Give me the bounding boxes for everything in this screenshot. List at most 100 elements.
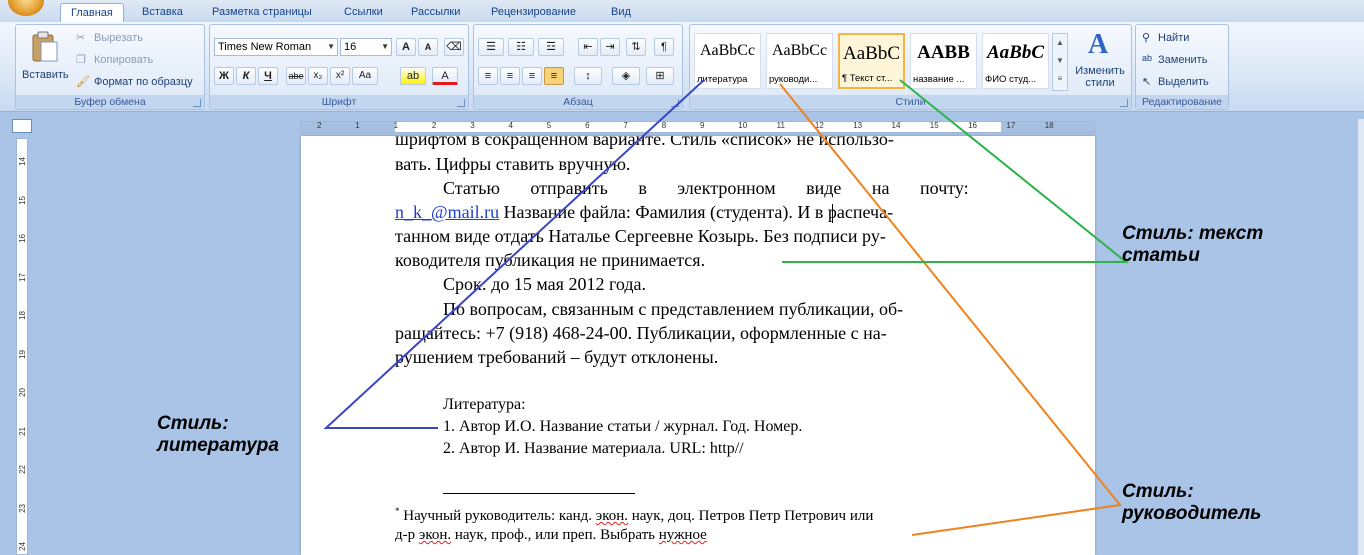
shrink-font-button[interactable]: A [418,38,438,56]
styles-scroll[interactable]: ▲ ▼ ≡ [1052,33,1068,91]
cut-button[interactable]: ✂ Вырезать [76,31,186,47]
ruler-number: 6 [585,121,590,130]
tab-view[interactable]: Вид [611,3,631,22]
ruler-number: 2 [317,121,322,130]
shading-icon[interactable]: ◈ [612,67,640,85]
style-student-name[interactable]: AaBbC ФИО студ... [982,33,1049,89]
increase-indent-icon[interactable]: ⇥ [600,38,620,56]
style-advisor[interactable]: AaBbCc руководи... [766,33,833,89]
multilevel-list-icon[interactable]: ☲ [538,38,564,56]
tab-mailings[interactable]: Рассылки [411,3,460,22]
style-article-text[interactable]: AaBbC ¶ Текст ст... [838,33,905,89]
style-sample: AaBbCc [699,42,756,59]
ruler-number: 21 [18,426,27,436]
styles-launcher[interactable] [1120,99,1128,107]
decrease-indent-icon[interactable]: ⇤ [578,38,598,56]
justify-icon[interactable]: ≡ [544,67,564,85]
strikethrough-button[interactable]: abe [286,67,306,85]
tab-references[interactable]: Ссылки [344,3,383,22]
select-label: Выделить [1158,76,1209,88]
tab-review[interactable]: Рецензирование [491,3,576,22]
font-group-label: Шрифт [210,95,468,109]
align-left-icon[interactable]: ≡ [478,67,498,85]
replace-label: Заменить [1158,54,1208,66]
clear-format-icon[interactable]: ⌫ [444,38,464,56]
literature-item: 1. Автор И.О. Название статьи / журнал. … [443,418,803,435]
line-spacing-icon[interactable]: ↕ [574,67,602,85]
bold-button[interactable]: Ж [214,67,234,85]
replace-button[interactable]: ab Заменить [1142,53,1222,69]
text-line: танном виде отдать Наталье Сергеевне Коз… [395,226,886,246]
annotation-article-text: Стиль: текст статьи [1122,223,1263,267]
text-span: экон. [418,527,452,543]
select-button[interactable]: ↖ Выделить [1142,75,1222,91]
numbering-icon[interactable]: ☷ [508,38,534,56]
align-right-icon[interactable]: ≡ [522,67,542,85]
style-literatura[interactable]: AaBbCc литература [694,33,761,89]
literature-title: Литература: [443,396,526,413]
ribbon: Вставить ✂ Вырезать ❐ Копировать 🖌 Форма… [0,22,1364,112]
text-span: наук, проф., или преп. Выбрать [451,527,659,543]
copy-icon: ❐ [76,54,86,66]
ruler-number: 19 [18,349,27,359]
font-color-icon[interactable]: A [432,67,458,85]
cursor-icon: ↖ [1142,76,1152,88]
ruler-number: 9 [700,121,705,130]
copy-button[interactable]: ❐ Копировать [76,53,186,69]
tab-insert[interactable]: Вставка [142,3,183,22]
font-name-combo[interactable]: Times New Roman ▼ [214,38,338,56]
clipboard-icon [32,31,58,62]
style-sample: AABB [917,42,970,63]
superscript-button[interactable]: x² [330,67,350,85]
text-span: экон. [595,508,629,524]
text-line: шрифтом в сокращенном варианте. Стиль «с… [395,136,894,149]
ruler-number: 17 [1006,121,1016,130]
ruler-number: 24 [18,542,27,551]
font-size-value: 16 [344,41,357,53]
style-title[interactable]: AABB название ... [910,33,977,89]
ribbon-tab-bar: Главная Вставка Разметка страницы Ссылки… [0,0,1364,23]
underline-button[interactable]: Ч [258,67,278,85]
document-page[interactable]: шрифтом в сокращенном варианте. Стиль «с… [301,136,1095,555]
editing-group: ⚲ Найти ab Заменить ↖ Выделить Редактиро… [1135,24,1229,110]
tab-home[interactable]: Главная [60,3,124,23]
bullets-icon[interactable]: ☰ [478,38,504,56]
align-center-icon[interactable]: ≡ [500,67,520,85]
tab-page-layout[interactable]: Разметка страницы [212,3,312,22]
ruler-number: 4 [508,121,513,130]
paste-button[interactable]: Вставить [20,29,69,89]
clipboard-launcher[interactable] [193,99,201,107]
pilcrow-icon[interactable]: ¶ [654,38,674,56]
style-sample: AaBbCc [771,42,828,59]
tab-selector-button[interactable] [12,119,32,133]
text-span: Название файла: Фамилия (студента). И в … [499,202,894,222]
font-size-combo[interactable]: 16 ▼ [340,38,392,56]
cut-label: Вырезать [94,32,143,44]
office-button[interactable] [8,0,44,16]
text-span: наук, доц. Петров Петр Петрович или [628,508,874,524]
italic-button[interactable]: К [236,67,256,85]
text-span: д-р [395,527,419,543]
shrink-font-glyph: A [424,42,432,52]
vertical-ruler[interactable]: 14 15 16 17 18 19 20 21 22 23 24 [16,138,28,555]
sort-icon[interactable]: ⇅ [626,38,646,56]
horizontal-ruler[interactable]: 2 1 1 2 3 4 5 6 7 8 9 10 11 12 13 14 15 16 17 18 [300,121,1095,133]
replace-icon: ab [1142,53,1153,63]
literature-item: 2. Автор И. Название материала. URL: htt… [443,440,744,457]
find-button[interactable]: ⚲ Найти [1142,31,1222,47]
email-link[interactable]: n_k_@mail.ru [395,202,499,222]
borders-icon[interactable]: ⊞ [646,67,674,85]
ruler-number: 5 [546,121,552,130]
footnote-separator [443,493,635,494]
font-launcher[interactable] [457,99,465,107]
subscript-button[interactable]: x₂ [308,67,328,85]
highlight-icon[interactable]: ab [400,67,426,85]
grow-font-button[interactable]: A [396,38,416,56]
paste-label: Вставить [22,69,69,81]
brush-icon: 🖌 [76,76,90,88]
vertical-scrollbar[interactable] [1358,119,1364,555]
change-styles-button[interactable]: A Изменить стили [1072,29,1128,91]
format-painter-button[interactable]: 🖌 Формат по образцу [76,75,206,91]
paragraph-launcher[interactable] [671,99,679,107]
change-case-button[interactable]: Aa [352,67,378,85]
